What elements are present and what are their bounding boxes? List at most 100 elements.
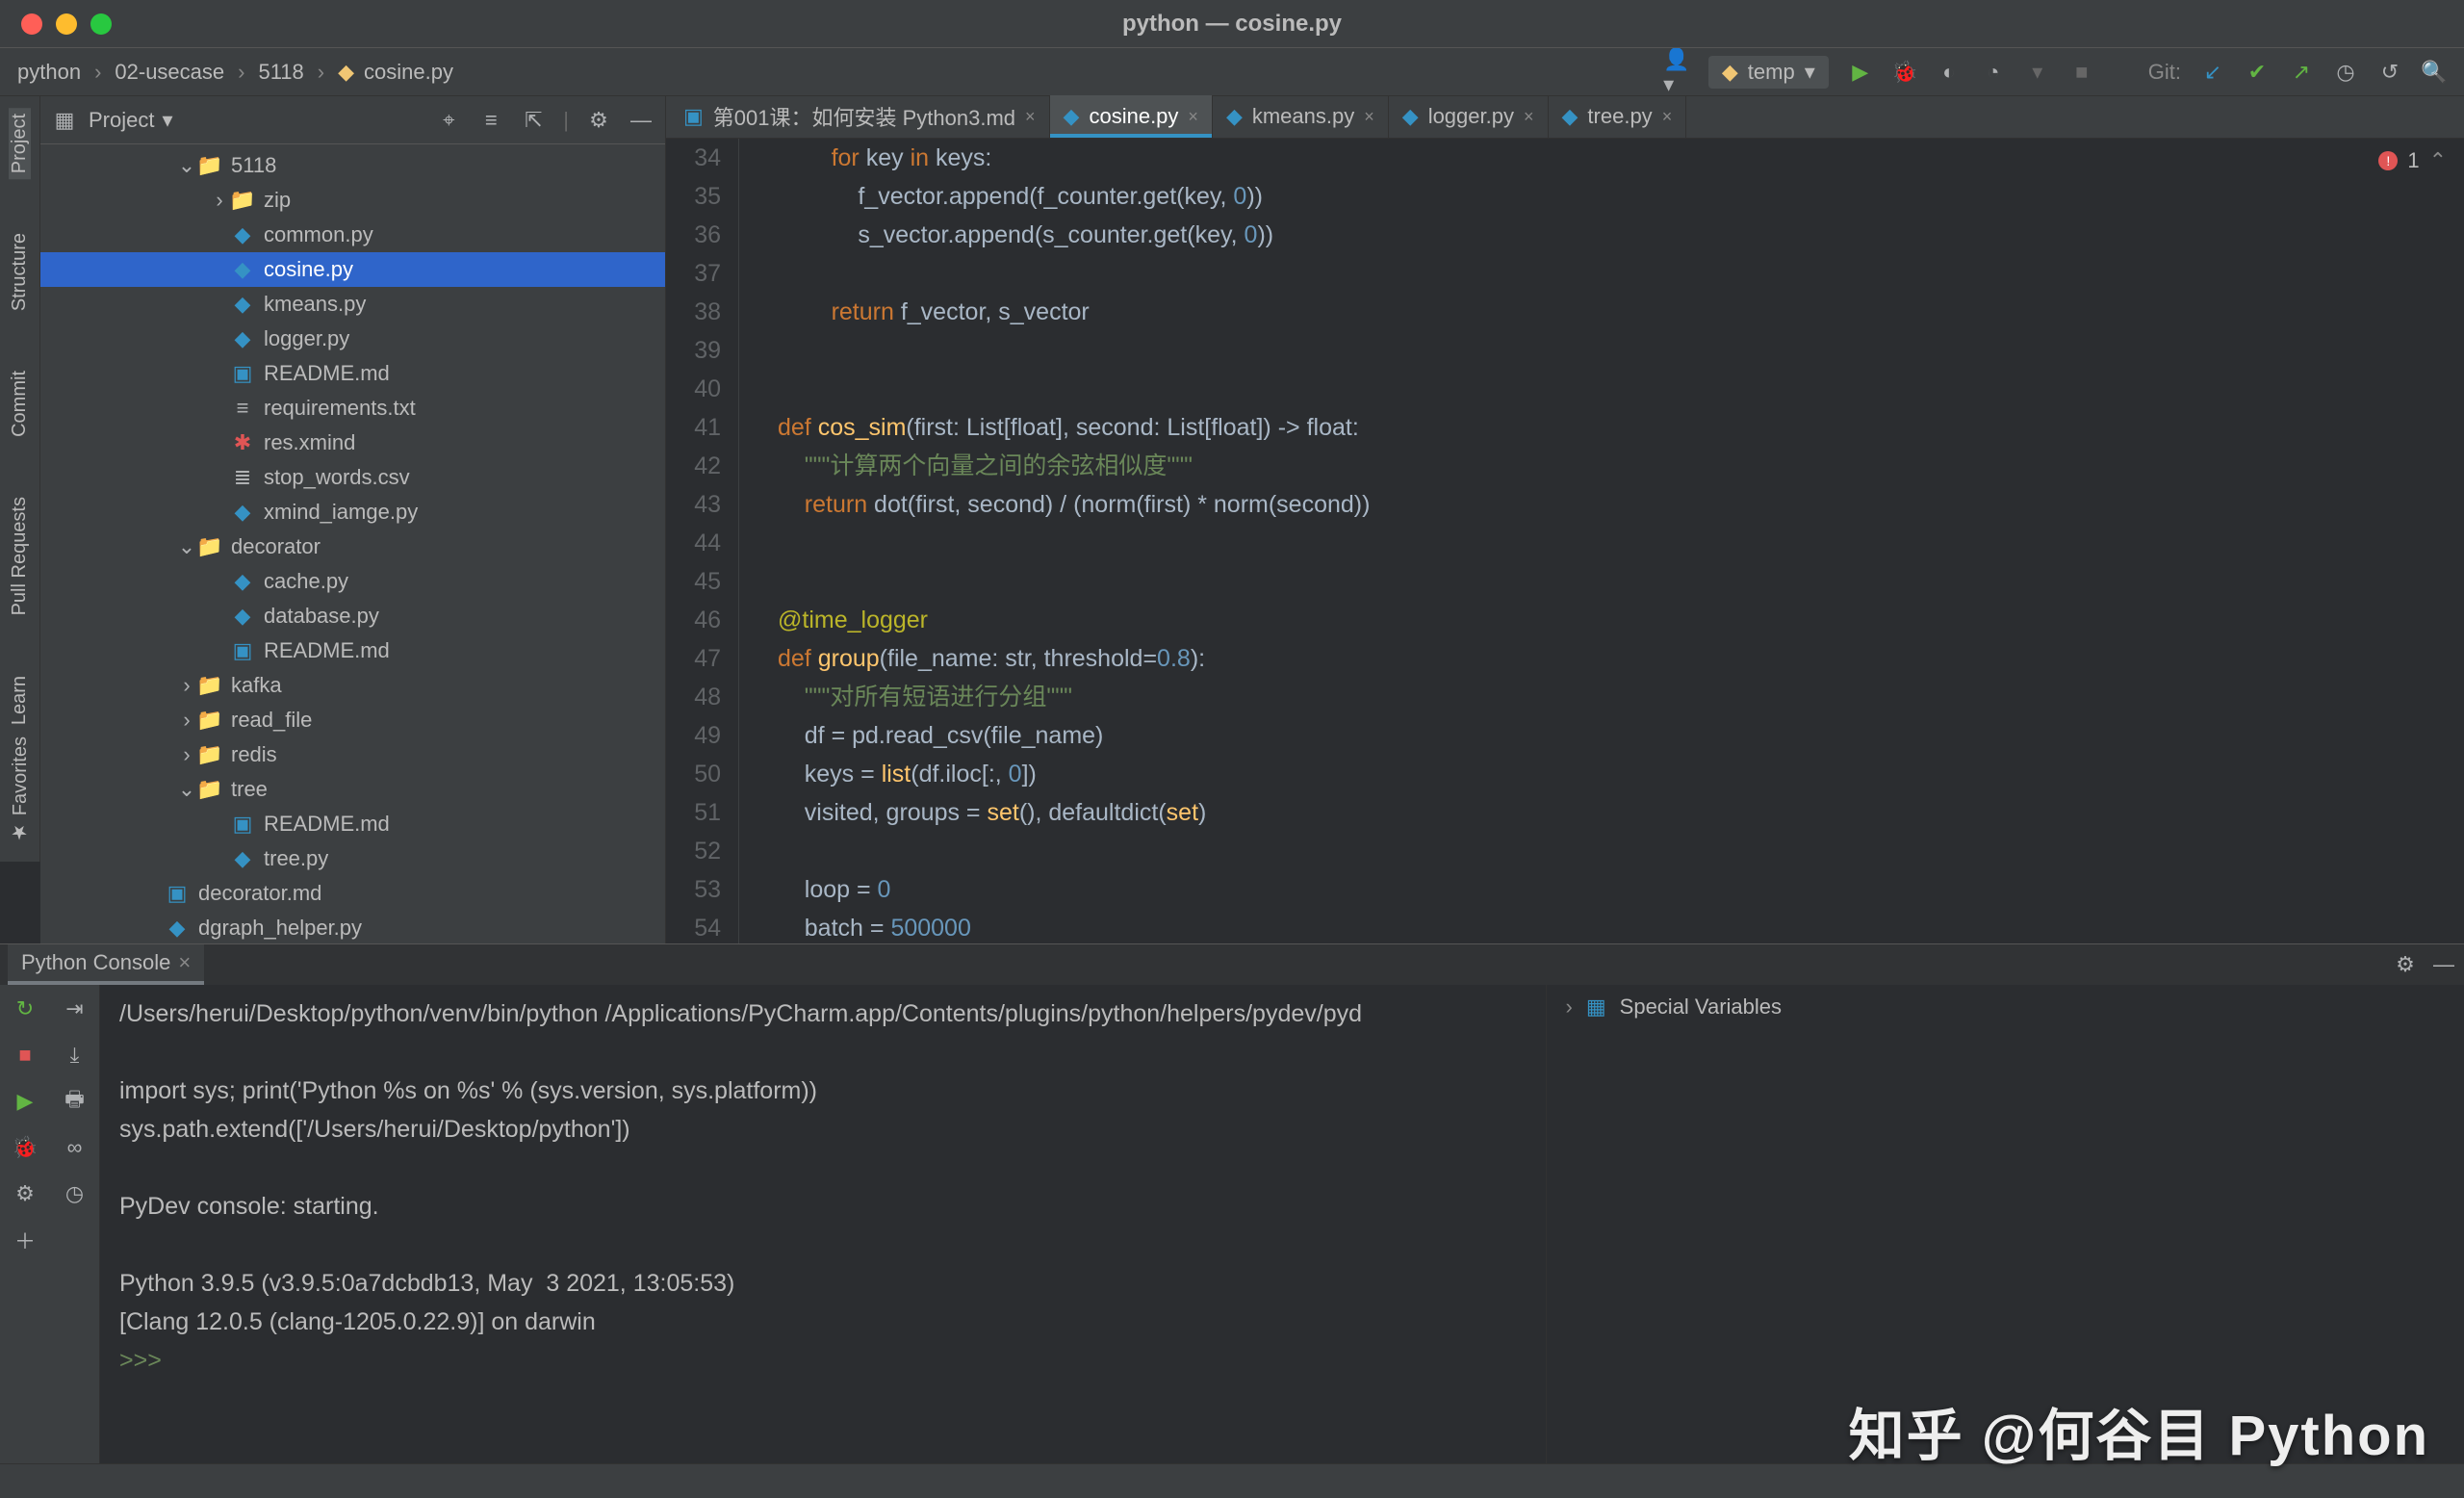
run-icon[interactable]: ▶ (13, 1089, 38, 1114)
tree-node[interactable]: ◆database.py (40, 599, 665, 633)
chevron-right-icon[interactable]: › (1566, 994, 1573, 1020)
python-console-tab[interactable]: Python Console× (8, 944, 204, 985)
add-icon[interactable]: ＋ (13, 1227, 38, 1253)
console-prompt[interactable]: >>> (119, 1341, 1527, 1380)
debug-icon[interactable]: 🐞 (13, 1135, 38, 1160)
settings-icon[interactable]: ⚙ (13, 1181, 38, 1206)
print-icon[interactable]: 🖶 (63, 1089, 88, 1114)
tree-node[interactable]: ✱res.xmind (40, 426, 665, 460)
stop-icon[interactable]: ■ (2069, 60, 2094, 85)
editor-tab[interactable]: ◆cosine.py× (1050, 95, 1213, 138)
rollback-icon[interactable]: ↺ (2377, 60, 2402, 85)
tree-node[interactable]: ◆common.py (40, 218, 665, 252)
add-config-icon[interactable]: 👤▾ (1664, 60, 1689, 85)
soft-wrap-icon[interactable]: ⇥ (63, 996, 88, 1021)
tree-node[interactable]: ≡requirements.txt (40, 391, 665, 426)
close-icon[interactable]: × (1188, 107, 1198, 127)
tree-arrow-icon[interactable]: › (177, 673, 196, 698)
tree-node[interactable]: ›📁kafka (40, 668, 665, 703)
hide-icon[interactable]: — (2431, 952, 2456, 977)
rerun-icon[interactable]: ↻ (13, 996, 38, 1021)
tree-arrow-icon[interactable]: › (177, 708, 196, 733)
editor-tab[interactable]: ◆logger.py× (1389, 95, 1549, 138)
breadcrumb-item[interactable]: 02-usecase (115, 60, 224, 85)
stop-icon[interactable]: ■ (13, 1043, 38, 1068)
tree-node[interactable]: ⌄📁tree (40, 772, 665, 807)
locate-icon[interactable]: ⌖ (436, 108, 461, 133)
tree-node[interactable]: ≣stop_words.csv (40, 460, 665, 495)
tree-node[interactable]: ◆logger.py (40, 322, 665, 356)
toolwindow-tab[interactable]: ★ Favorites (9, 731, 32, 850)
tree-node[interactable]: ›📁redis (40, 737, 665, 772)
tree-node[interactable]: ◆xmind_iamge.py (40, 495, 665, 529)
git-push-icon[interactable]: ↗ (2289, 60, 2314, 85)
code-area[interactable]: 3435363738394041424344454647484950515253… (666, 139, 2464, 943)
scroll-end-icon[interactable]: ⤓ (63, 1043, 88, 1068)
tree-arrow-icon[interactable]: › (177, 742, 196, 767)
code-text[interactable]: for key in keys: f_vector.append(f_count… (762, 139, 2464, 943)
toolwindow-tab[interactable]: Structure (9, 227, 31, 317)
tree-node[interactable]: ⌄📁decorator (40, 529, 665, 564)
history-icon[interactable]: ◷ (63, 1181, 88, 1206)
editor-tab[interactable]: ◆kmeans.py× (1213, 95, 1389, 138)
tree-arrow-icon[interactable]: ⌄ (177, 534, 196, 559)
breadcrumb-item[interactable]: python (17, 60, 81, 85)
zoom-window[interactable] (90, 13, 112, 35)
history-icon[interactable]: ◷ (2333, 60, 2358, 85)
coverage-icon[interactable]: ◐ (1937, 60, 1962, 85)
tree-node[interactable]: ◆kmeans.py (40, 287, 665, 322)
close-icon[interactable]: × (1662, 107, 1673, 127)
git-update-icon[interactable]: ↙ (2200, 60, 2225, 85)
gear-icon[interactable]: ⚙ (2393, 952, 2418, 977)
tree-node[interactable]: ⌄📁5118 (40, 148, 665, 183)
profile-icon[interactable]: ◔ (1981, 60, 2006, 85)
close-icon[interactable]: × (1025, 107, 1036, 127)
tree-arrow-icon[interactable]: ⌄ (177, 153, 196, 178)
toolwindow-tab[interactable]: Project (9, 108, 31, 179)
tree-label: zip (264, 188, 291, 213)
toolwindow-tab[interactable]: Pull Requests (9, 491, 31, 621)
editor-tab[interactable]: ◆tree.py× (1549, 95, 1687, 138)
tree-arrow-icon[interactable]: › (210, 188, 229, 213)
tree-node[interactable]: ◆cache.py (40, 564, 665, 599)
project-tree[interactable]: ⌄📁5118›📁zip◆common.py◆cosine.py◆kmeans.p… (40, 144, 665, 943)
minimize-window[interactable] (56, 13, 77, 35)
tree-node[interactable]: ▣README.md (40, 633, 665, 668)
vars-icon[interactable]: ∞ (63, 1135, 88, 1160)
run-config-dropdown[interactable]: ◆ temp ▾ (1708, 56, 1829, 89)
xm-icon: ✱ (229, 430, 256, 455)
toolwindow-tab[interactable]: Learn (9, 670, 31, 731)
tree-node[interactable]: ›📁zip (40, 183, 665, 218)
tree-arrow-icon[interactable]: ⌄ (177, 777, 196, 802)
tree-node[interactable]: ◆dgraph_helper.py (40, 911, 665, 943)
tree-node[interactable]: ◆cosine.py (40, 252, 665, 287)
collapse-all-icon[interactable]: ⇱ (521, 108, 546, 133)
git-commit-icon[interactable]: ✔ (2245, 60, 2270, 85)
close-icon[interactable]: × (1524, 107, 1534, 127)
problems-badge[interactable]: ! 1 ⌃ (2378, 148, 2447, 173)
tree-node[interactable]: ▣README.md (40, 807, 665, 841)
variables-panel[interactable]: › ▦ Special Variables (1547, 985, 2464, 1463)
tree-node[interactable]: ◆tree.py (40, 841, 665, 876)
close-window[interactable] (21, 13, 42, 35)
hide-icon[interactable]: — (629, 108, 654, 133)
attach-icon[interactable]: ▾ (2025, 60, 2050, 85)
tree-node[interactable]: ›📁read_file (40, 703, 665, 737)
editor-tab[interactable]: ▣第001课：如何安装 Python3.md× (670, 95, 1050, 138)
close-icon[interactable]: × (178, 950, 191, 974)
console-output[interactable]: /Users/herui/Desktop/python/venv/bin/pyt… (100, 985, 1547, 1463)
run-icon[interactable]: ▶ (1848, 60, 1873, 85)
tree-node[interactable]: ▣README.md (40, 356, 665, 391)
gear-icon[interactable]: ⚙ (586, 108, 611, 133)
project-view-selector[interactable]: Project ▾ (89, 108, 173, 133)
search-icon[interactable]: 🔍 (2422, 60, 2447, 85)
tree-node[interactable]: ▣decorator.md (40, 876, 665, 911)
debug-icon[interactable]: 🐞 (1892, 60, 1917, 85)
breadcrumb-item[interactable]: cosine.py (364, 60, 453, 85)
breadcrumb-item[interactable]: 5118 (258, 60, 303, 85)
toolwindow-tab[interactable]: Commit (9, 365, 31, 443)
close-icon[interactable]: × (1364, 107, 1374, 127)
tree-label: decorator (231, 534, 321, 559)
tree-label: cache.py (264, 569, 348, 594)
expand-all-icon[interactable]: ≡ (478, 108, 503, 133)
